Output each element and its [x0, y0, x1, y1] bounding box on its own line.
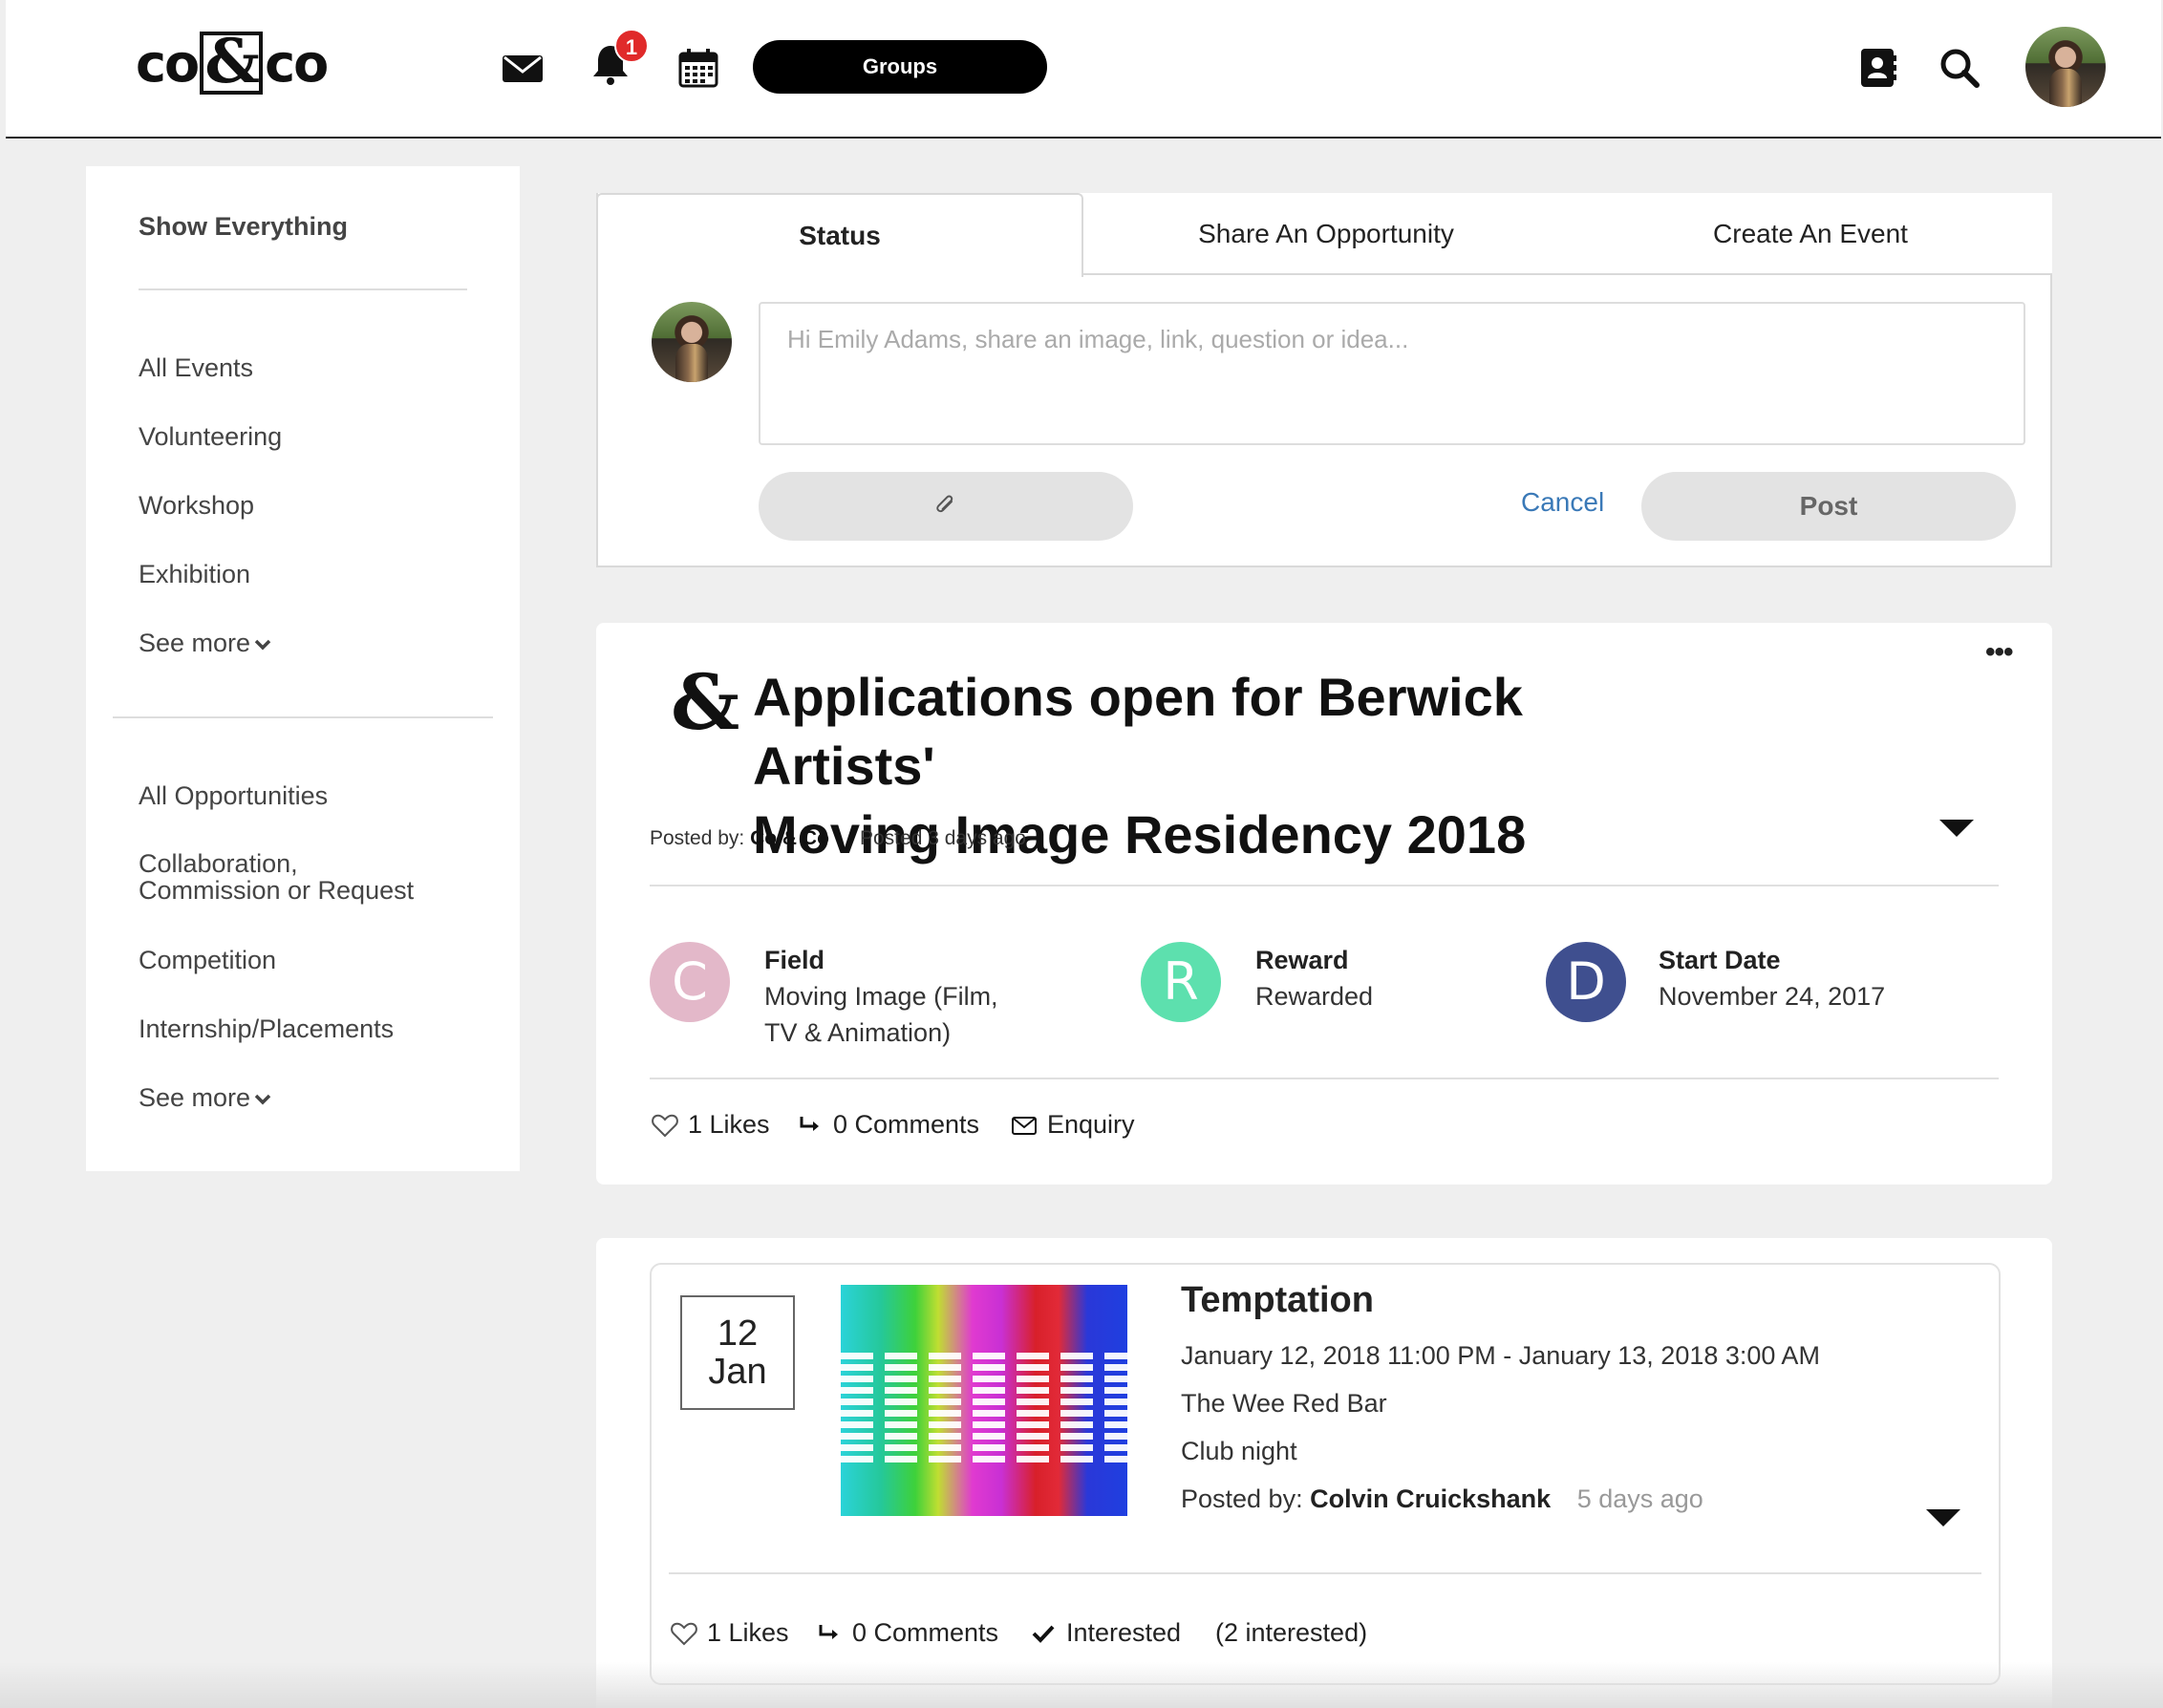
filter-exhibition[interactable]: Exhibition: [139, 560, 250, 588]
expand-caret-icon[interactable]: [1926, 1509, 1960, 1527]
poster-striped-lettering: [841, 1350, 1127, 1462]
event-venue: The Wee Red Bar: [1181, 1389, 1387, 1418]
filter-sidebar: Show Everything All Events Volunteering …: [86, 166, 520, 1171]
event-posted-by-label: Posted by:: [1181, 1484, 1303, 1513]
filter-competition[interactable]: Competition: [139, 946, 276, 974]
opportunity-title-line1: Applications open for Berwick Artists': [753, 667, 1523, 796]
event-posted-by: Posted by: Colvin Cruickshank 5 days ago: [1181, 1484, 1703, 1514]
interested-count: (2 interested): [1215, 1618, 1367, 1648]
event-day: 12: [717, 1313, 759, 1354]
reward-label: Reward: [1255, 946, 1349, 974]
field-initial-icon: C: [650, 942, 730, 1022]
posted-by-label: Posted by:: [650, 827, 745, 849]
top-navbar: co & co 1 Groups: [6, 0, 2161, 139]
event-comments-count: 0 Comments: [852, 1618, 999, 1647]
field-value: Moving Image (Film, TV & Animation): [764, 978, 998, 1051]
see-more-label: See more: [139, 629, 251, 657]
filter-volunteering[interactable]: Volunteering: [139, 422, 282, 451]
logo-ampersand: &: [200, 32, 264, 95]
tab-create-event[interactable]: Create An Event: [1569, 193, 2052, 275]
field-value-line1: Moving Image (Film,: [764, 982, 998, 1011]
coandco-ampersand-icon: &: [671, 657, 740, 747]
start-date-initial-icon: D: [1546, 942, 1626, 1022]
chevron-down-icon: [254, 1094, 271, 1105]
opportunity-like-button[interactable]: 1 Likes: [652, 1110, 770, 1140]
contacts-book-icon[interactable]: [1855, 46, 1899, 90]
field-value-line2: TV & Animation): [764, 1018, 952, 1047]
filter-collaboration-line2: Commission or Request: [139, 876, 415, 905]
sidebar-divider: [139, 288, 467, 290]
comments-count: 0 Comments: [833, 1110, 980, 1139]
composer-tabs: Status Share An Opportunity Create An Ev…: [596, 193, 2052, 277]
user-avatar[interactable]: [2025, 27, 2106, 107]
card-divider: [669, 1572, 1981, 1574]
field-label: Field: [764, 946, 825, 974]
logo-text-left: co: [136, 32, 200, 94]
interested-button[interactable]: Interested: [1030, 1618, 1181, 1648]
sidebar-divider: [113, 716, 493, 718]
filter-all-opportunities[interactable]: All Opportunities: [139, 781, 328, 810]
heart-icon: [671, 1622, 697, 1645]
event-category: Club night: [1181, 1437, 1297, 1465]
tab-status[interactable]: Status: [596, 193, 1083, 277]
enquiry-label: Enquiry: [1047, 1110, 1135, 1139]
interested-label: Interested: [1066, 1618, 1182, 1647]
cancel-link[interactable]: Cancel: [1521, 487, 1604, 518]
event-date-box: 12 Jan: [680, 1295, 795, 1410]
reward-value: Rewarded: [1255, 982, 1374, 1011]
coandco-logo[interactable]: co & co: [136, 29, 329, 97]
post-button[interactable]: Post: [1641, 472, 2016, 541]
event-comments-button[interactable]: 0 Comments: [816, 1618, 998, 1648]
groups-button[interactable]: Groups: [753, 40, 1047, 94]
events-see-more[interactable]: See more: [139, 629, 271, 657]
paperclip-icon: [936, 494, 953, 512]
event-likes-count: 1 Likes: [707, 1618, 789, 1647]
enquiry-button[interactable]: Enquiry: [1011, 1110, 1135, 1140]
event-posted-ago: 5 days ago: [1576, 1484, 1703, 1513]
composer-avatar: [652, 302, 732, 382]
checkmark-icon: [1032, 1625, 1055, 1643]
event-month: Jan: [708, 1352, 767, 1392]
event-title[interactable]: Temptation: [1181, 1280, 1374, 1321]
more-options-icon[interactable]: •••: [1985, 636, 2013, 669]
likes-count: 1 Likes: [688, 1110, 770, 1139]
event-posted-by-author[interactable]: Colvin Cruickshank: [1310, 1484, 1551, 1513]
reply-arrow-icon: [819, 1624, 838, 1639]
tab-share-opportunity[interactable]: Share An Opportunity: [1083, 193, 1569, 275]
search-icon[interactable]: [1938, 46, 1981, 90]
start-date-label: Start Date: [1659, 946, 1781, 974]
scroll-fade: [0, 1662, 2163, 1708]
reply-arrow-icon: [800, 1116, 819, 1131]
heart-icon: [652, 1114, 678, 1137]
card-divider: [650, 885, 1999, 886]
event-like-button[interactable]: 1 Likes: [671, 1618, 789, 1648]
calendar-icon[interactable]: [676, 46, 720, 90]
posted-by-author[interactable]: Co & Co: [750, 827, 829, 849]
mail-icon[interactable]: [501, 46, 545, 90]
start-date-value: November 24, 2017: [1659, 982, 1886, 1011]
filter-all-events[interactable]: All Events: [139, 353, 253, 382]
status-input[interactable]: [759, 302, 2025, 445]
opportunity-posted-by: Posted by: Co & Co: [650, 827, 829, 850]
expand-caret-icon[interactable]: [1939, 820, 1974, 837]
filter-internship[interactable]: Internship/Placements: [139, 1014, 394, 1043]
logo-text-right: co: [265, 32, 329, 94]
attach-button[interactable]: [759, 472, 1133, 541]
reward-initial-icon: R: [1141, 942, 1221, 1022]
opportunities-see-more[interactable]: See more: [139, 1083, 271, 1112]
filter-collaboration-line1: Collaboration,: [139, 849, 298, 878]
envelope-icon: [1012, 1116, 1037, 1135]
opportunity-posted-ago: Posted 3 days ago: [860, 827, 1026, 849]
notification-badge: 1: [614, 29, 649, 63]
see-more-label: See more: [139, 1083, 251, 1112]
card-divider: [650, 1078, 1999, 1079]
filter-show-everything[interactable]: Show Everything: [139, 212, 348, 241]
event-poster-image[interactable]: [841, 1285, 1127, 1516]
opportunity-comments-button[interactable]: 0 Comments: [797, 1110, 979, 1140]
event-datetime: January 12, 2018 11:00 PM - January 13, …: [1181, 1341, 1820, 1370]
chevron-down-icon: [254, 639, 271, 651]
filter-workshop[interactable]: Workshop: [139, 491, 254, 520]
interested-count-text: (2 interested): [1215, 1618, 1368, 1647]
filter-collaboration[interactable]: Collaboration, Commission or Request: [139, 850, 414, 904]
